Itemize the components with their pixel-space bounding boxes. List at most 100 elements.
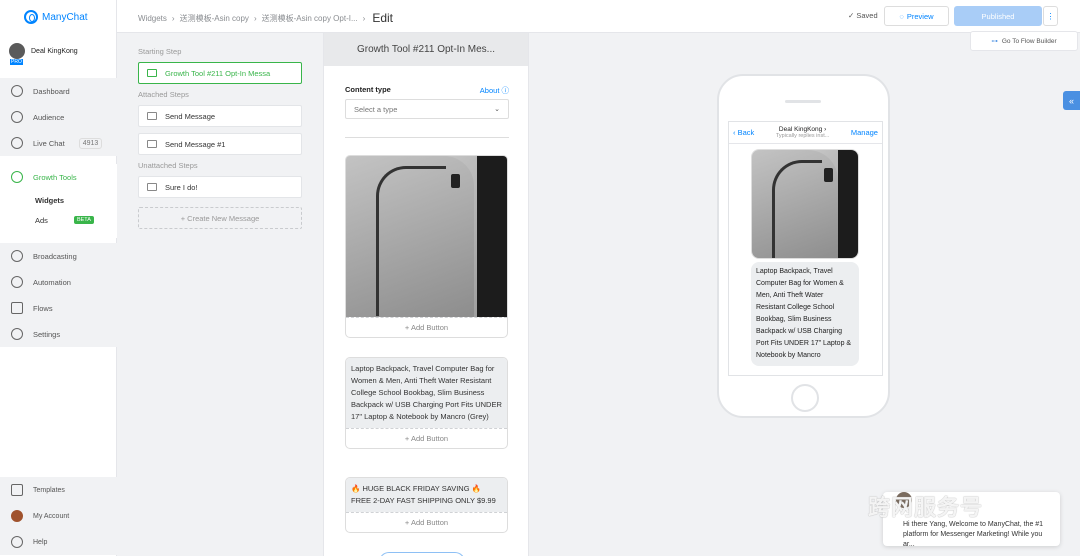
backpack-zipper xyxy=(376,166,446,316)
back-label: Back xyxy=(737,128,755,137)
editor-title[interactable]: Growth Tool #211 Opt-In Mes... xyxy=(324,33,528,66)
add-button[interactable]: + Add Button xyxy=(346,317,507,337)
card-description[interactable]: Laptop Backpack, Travel Computer Bag for… xyxy=(346,358,507,428)
backpack-strap xyxy=(838,150,858,258)
message-editor: Growth Tool #211 Opt-In Mes... Content t… xyxy=(323,33,529,556)
nav-automation[interactable]: Automation xyxy=(0,269,117,295)
saved-label: Saved xyxy=(856,11,878,20)
backpack-image[interactable] xyxy=(346,156,507,317)
top-bar: Widgets › 送测模板-Asin copy › 送测模板-Asin copy … xyxy=(117,0,1080,33)
breadcrumb-separator-icon: › xyxy=(253,13,257,23)
text-card: Laptop Backpack, Travel Computer Bag for… xyxy=(345,357,508,449)
published-button[interactable]: Published xyxy=(954,6,1042,26)
nav-dashboard[interactable]: Dashboard xyxy=(0,78,117,104)
nav-templates[interactable]: Templates xyxy=(0,477,117,503)
add-button[interactable]: + Add Button xyxy=(346,428,507,448)
nav-live-chat[interactable]: Live Chat 4913 xyxy=(0,130,117,156)
content-type-select[interactable]: Select a type ⌄ xyxy=(345,99,509,119)
folder-icon xyxy=(11,302,23,314)
growth-tools-group: Growth Tools Widgets Ads BETA xyxy=(0,164,117,238)
attached-step-title: Send Message #1 xyxy=(165,139,226,149)
account-switcher[interactable]: PRO Deal KingKong xyxy=(9,43,78,65)
user-avatar-icon xyxy=(11,510,23,522)
templates-icon xyxy=(11,484,23,496)
more-options-button[interactable]: ⋮ xyxy=(1043,6,1058,26)
breadcrumb-optin[interactable]: 送测模板-Asin copy Opt-I... xyxy=(262,13,358,24)
promo-line-2: FREE 2-DAY FAST SHIPPING ONLY $9.99 xyxy=(351,496,496,505)
go-to-flow-builder-button[interactable]: ⊶ Go To Flow Builder xyxy=(970,31,1078,51)
nav-growth-tools[interactable]: Growth Tools xyxy=(0,164,117,190)
unattached-step-1[interactable]: Sure I do! xyxy=(138,176,302,198)
attached-steps-label: Attached Steps xyxy=(138,90,189,99)
page-name: Deal KingKong xyxy=(778,126,823,133)
nav-dashboard-label: Dashboard xyxy=(33,86,70,96)
unattached-steps-label: Unattached Steps xyxy=(138,161,198,170)
nav-audience[interactable]: Audience xyxy=(0,104,117,130)
attached-step-title: Send Message xyxy=(165,111,216,121)
backpack-zipper xyxy=(772,160,822,258)
nav-my-account[interactable]: My Account xyxy=(0,503,117,529)
nav-widgets[interactable]: Widgets xyxy=(0,190,117,210)
account-avatar: PRO xyxy=(9,43,25,65)
chat-popup-text: Hi there Yang, Welcome to ManyChat, the … xyxy=(903,521,1044,548)
growth-tools-icon xyxy=(11,171,23,183)
attached-step-1[interactable]: Send Message xyxy=(138,105,302,127)
attached-step-2[interactable]: Send Message #1 xyxy=(138,133,302,155)
promo-card: 🔥 HUGE BLACK FRIDAY SAVING 🔥 FREE 2-DAY … xyxy=(345,477,508,533)
back-link[interactable]: ‹ Back xyxy=(733,128,754,137)
nav-broadcasting[interactable]: Broadcasting xyxy=(0,243,117,269)
watermark: 跨网服务号 xyxy=(868,495,984,520)
bottom-nav: Templates My Account Help xyxy=(0,477,117,555)
manychat-logo-icon xyxy=(24,10,38,24)
nav-growth-tools-label: Growth Tools xyxy=(33,172,77,182)
message-icon xyxy=(147,183,157,191)
page-info: Deal KingKong › Typically replies inst..… xyxy=(775,126,830,139)
phone-speaker xyxy=(785,100,821,103)
about-link[interactable]: About ⓘ xyxy=(480,85,509,96)
nav-automation-label: Automation xyxy=(33,277,71,287)
chevron-down-icon: ⌄ xyxy=(494,106,500,113)
breadcrumb: Widgets › 送测模板-Asin copy › 送测模板-Asin copy … xyxy=(138,11,393,25)
select-placeholder: Select a type xyxy=(354,104,398,114)
starting-step-title: Growth Tool #211 Opt-In Messa xyxy=(165,68,271,78)
message-icon xyxy=(147,69,157,77)
reply-time: Typically replies inst... xyxy=(775,133,830,139)
collapse-panel-icon[interactable]: « xyxy=(1063,91,1080,110)
breadcrumb-widgets[interactable]: Widgets xyxy=(138,14,167,23)
add-button[interactable]: + Add Button xyxy=(346,512,507,532)
nav-live-chat-label: Live Chat xyxy=(33,138,65,148)
content-type-row: Content type About ⓘ xyxy=(345,85,509,96)
promo-line-1: HUGE BLACK FRIDAY SAVING xyxy=(362,484,470,493)
pro-badge: PRO xyxy=(10,59,23,65)
promo-text[interactable]: 🔥 HUGE BLACK FRIDAY SAVING 🔥 FREE 2-DAY … xyxy=(346,478,507,512)
preview-text-bubble: Laptop Backpack, Travel Computer Bag for… xyxy=(751,262,859,366)
breadcrumb-template[interactable]: 送测模板-Asin copy xyxy=(180,13,249,24)
messenger-header: ‹ Back Deal KingKong › Typically replies… xyxy=(729,122,882,144)
sidebar: ManyChat PRO Deal KingKong Dashboard Aud… xyxy=(0,0,117,556)
about-label: About xyxy=(479,86,500,95)
preview-backpack-image xyxy=(752,150,858,258)
nav-settings[interactable]: Settings xyxy=(0,321,117,347)
audience-icon xyxy=(11,111,23,123)
flow-builder-label: Go To Flow Builder xyxy=(1001,37,1057,45)
automation-icon xyxy=(11,276,23,288)
chat-icon xyxy=(11,137,23,149)
add-content-button[interactable] xyxy=(379,552,465,556)
nav-ads-label: Ads xyxy=(35,215,48,225)
starting-step[interactable]: Growth Tool #211 Opt-In Messa xyxy=(138,62,302,84)
nav-ads[interactable]: Ads BETA xyxy=(0,210,117,230)
steps-panel: Starting Step Growth Tool #211 Opt-In Me… xyxy=(138,44,302,235)
starting-step-label: Starting Step xyxy=(138,47,182,56)
manychat-logo[interactable]: ManyChat xyxy=(24,10,88,24)
nav-audience-label: Audience xyxy=(33,112,65,122)
manage-link[interactable]: Manage xyxy=(851,128,878,137)
nav-help[interactable]: Help xyxy=(0,529,117,555)
account-name: Deal KingKong xyxy=(31,47,78,55)
help-circle-icon: ⓘ xyxy=(501,86,510,95)
create-new-message-button[interactable]: + Create New Message xyxy=(138,207,302,229)
nav-flows[interactable]: Flows xyxy=(0,295,117,321)
brand-name: ManyChat xyxy=(42,11,88,23)
phone-screen: ‹ Back Deal KingKong › Typically replies… xyxy=(728,121,883,376)
preview-button[interactable]: ◌ Preview xyxy=(884,6,949,26)
preview-image-bubble xyxy=(751,149,859,259)
